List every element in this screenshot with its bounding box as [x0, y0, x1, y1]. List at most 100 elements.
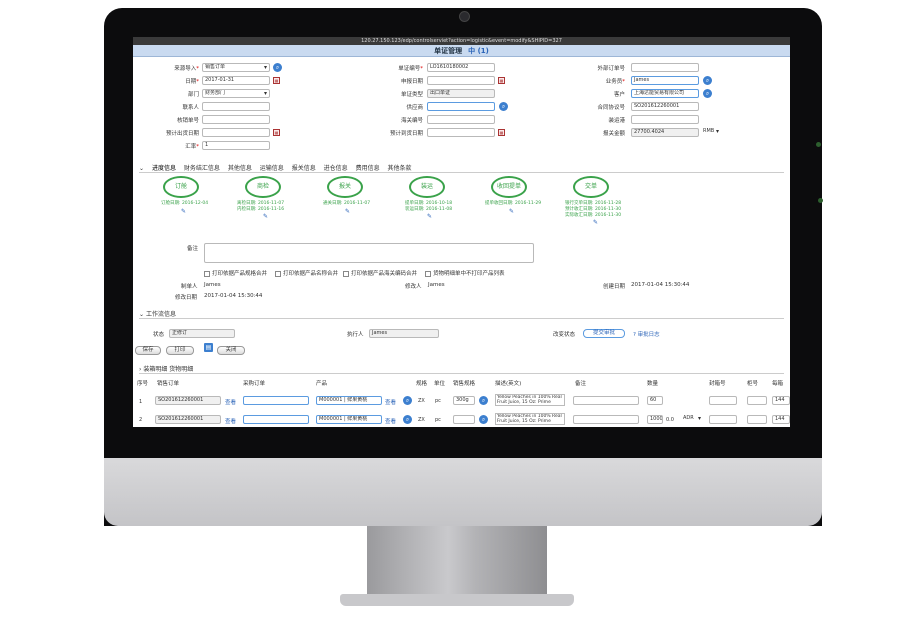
product-input[interactable]: M000001 | 鲜果黄桃: [316, 415, 382, 424]
tab-terms[interactable]: 其他条款: [388, 165, 412, 172]
container-input[interactable]: [747, 415, 767, 424]
workflow-section[interactable]: ⌄ 工作流信息: [139, 309, 784, 319]
edit-icon[interactable]: ✎: [181, 208, 186, 215]
product-input[interactable]: M000001 | 鲜果黄桃: [316, 396, 382, 405]
rate-input[interactable]: 1: [202, 141, 270, 150]
row-no: 2: [139, 417, 143, 423]
collapse-icon[interactable]: ⌄: [139, 165, 144, 172]
desc-textarea[interactable]: Yellow Peaches in 100% Real Fruit Juice,…: [495, 413, 565, 425]
date-input[interactable]: 2017-01-31: [202, 76, 270, 85]
check-no-product-list[interactable]: 货物明细单中不打印产品列表: [425, 269, 505, 277]
stage-bl-return[interactable]: 收回提单: [491, 176, 527, 198]
edit-icon[interactable]: ✎: [345, 208, 350, 215]
modifier-value: James: [428, 282, 445, 288]
title-count: (1): [477, 47, 489, 55]
currency-select[interactable]: ADR: [681, 415, 703, 424]
qty-input[interactable]: 60: [647, 396, 663, 405]
contract-input[interactable]: SO201612260001: [631, 102, 699, 111]
view-link[interactable]: 查看: [385, 417, 396, 425]
stage-info: 通关日期: 2016-11-07: [323, 201, 371, 206]
ext-order-label: 外部订单号: [597, 66, 625, 72]
sale-spec-input[interactable]: [453, 415, 475, 424]
close-button[interactable]: 关闭: [217, 346, 245, 355]
dept-select[interactable]: 财务部门: [202, 89, 270, 98]
source-search-icon[interactable]: ⌕: [273, 63, 282, 72]
sales-search-icon[interactable]: ⌕: [703, 76, 712, 85]
stage-delivery[interactable]: 交单: [573, 176, 609, 198]
submit-approval-button[interactable]: 提交审批: [583, 329, 625, 338]
calendar-icon[interactable]: ▦: [498, 77, 505, 84]
remarks-textarea[interactable]: [204, 243, 534, 263]
sale-spec-input[interactable]: 300g: [453, 396, 475, 405]
tab-fees[interactable]: 费用信息: [356, 165, 380, 172]
stage-shipping[interactable]: 装运: [409, 176, 445, 198]
col-header: 产品: [316, 381, 328, 387]
edit-icon[interactable]: ✎: [593, 219, 598, 226]
calendar-icon[interactable]: ▦: [273, 77, 280, 84]
calendar-icon[interactable]: ▦: [273, 129, 280, 136]
product-search-icon[interactable]: ⌕: [403, 396, 412, 405]
tab-other[interactable]: 其他信息: [228, 165, 252, 172]
tab-finance[interactable]: 财务结汇信息: [184, 165, 220, 172]
port-input[interactable]: [631, 115, 699, 124]
stage-booking[interactable]: 订舱: [163, 176, 199, 198]
per-box-input[interactable]: 144: [772, 396, 790, 405]
check-merge-spec[interactable]: 打印依据产品规格合并: [204, 269, 267, 277]
tab-goods[interactable]: 货物明细: [169, 366, 193, 373]
per-box-input[interactable]: 144: [772, 415, 790, 424]
edit-icon[interactable]: ✎: [509, 208, 514, 215]
save-button[interactable]: 保存: [135, 346, 161, 355]
stage-inspection[interactable]: 商检: [245, 176, 281, 198]
note-input[interactable]: [573, 396, 639, 405]
contact-input[interactable]: [202, 102, 270, 111]
container-input[interactable]: [747, 396, 767, 405]
ext-order-input[interactable]: [631, 63, 699, 72]
edit-icon[interactable]: ✎: [263, 213, 268, 220]
po-input[interactable]: [243, 415, 309, 424]
check-merge-name[interactable]: 打印依据产品名称合并: [275, 269, 338, 277]
seal-input[interactable]: [709, 415, 737, 424]
check-merge-hscode[interactable]: 打印依据产品海关编码合并: [343, 269, 417, 277]
apply-date-input[interactable]: [427, 76, 495, 85]
customer-input[interactable]: 上海达能贸易有限公司: [631, 89, 699, 98]
view-link[interactable]: 查看: [385, 398, 396, 406]
tab-packing[interactable]: 装箱明细: [143, 366, 167, 373]
calendar-icon[interactable]: ▦: [498, 129, 505, 136]
note-input[interactable]: [573, 415, 639, 424]
po-input[interactable]: [243, 396, 309, 405]
est-ship-input[interactable]: [202, 128, 270, 137]
qty-input[interactable]: 1000: [647, 415, 663, 424]
verify-input[interactable]: [202, 115, 270, 124]
source-select[interactable]: 销售订单: [202, 63, 270, 72]
tab-warehouse[interactable]: 进仓信息: [324, 165, 348, 172]
customer-search-icon[interactable]: ⌕: [703, 89, 712, 98]
customs-input[interactable]: [427, 115, 495, 124]
tab-transport[interactable]: 运输信息: [260, 165, 284, 172]
docno-input[interactable]: LO1610180002: [427, 63, 495, 72]
language-icon[interactable]: 中: [468, 47, 475, 55]
print-icon[interactable]: ▤: [204, 343, 213, 352]
qty2-cell: 0.0: [666, 417, 674, 423]
spec-search-icon[interactable]: ⌕: [479, 415, 488, 424]
date-label: 日期*: [185, 79, 199, 85]
seal-input[interactable]: [709, 396, 737, 405]
product-search-icon[interactable]: ⌕: [403, 415, 412, 424]
remarks-label: 备注: [187, 246, 199, 252]
stage-customs[interactable]: 报关: [327, 176, 363, 198]
view-link[interactable]: 查看: [225, 417, 236, 425]
currency-select[interactable]: RMB: [701, 128, 721, 137]
sales-input[interactable]: James: [631, 76, 699, 85]
supplier-input[interactable]: [427, 102, 495, 111]
audit-log-link[interactable]: ? 审批日志: [633, 330, 660, 338]
tab-customs[interactable]: 报关信息: [292, 165, 316, 172]
edit-icon[interactable]: ✎: [427, 213, 432, 220]
spec-search-icon[interactable]: ⌕: [479, 396, 488, 405]
desc-textarea[interactable]: Yellow Peaches in 100% Real Fruit Juice,…: [495, 394, 565, 406]
address-bar[interactable]: 120.27.150.123/edp/controlserviet?action…: [133, 37, 790, 45]
tab-progress[interactable]: 进度信息: [152, 165, 176, 172]
supplier-search-icon[interactable]: ⌕: [499, 102, 508, 111]
create-date-value: 2017-01-04 15:30:44: [631, 282, 690, 288]
est-arrive-input[interactable]: [427, 128, 495, 137]
view-link[interactable]: 查看: [225, 398, 236, 406]
print-button[interactable]: 打印: [166, 346, 194, 355]
